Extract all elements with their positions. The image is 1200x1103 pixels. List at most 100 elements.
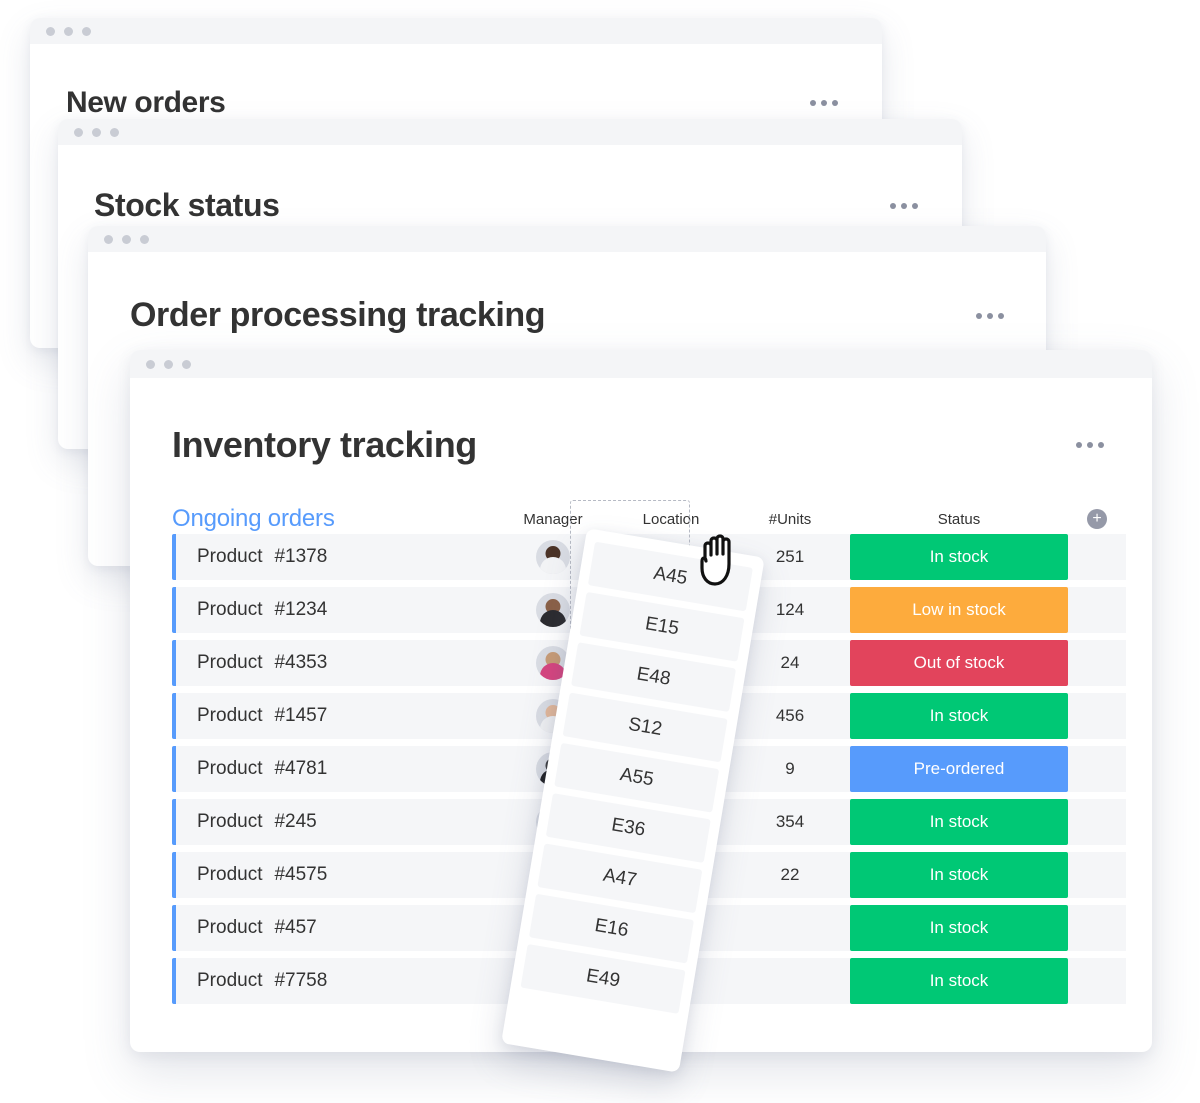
cell-status[interactable]: In stock bbox=[850, 905, 1068, 951]
plus-icon: + bbox=[1087, 509, 1107, 529]
window-dot-maximize[interactable] bbox=[110, 127, 119, 137]
status-badge: In stock bbox=[850, 534, 1068, 580]
cell-product-name[interactable]: Product #4575 bbox=[172, 852, 494, 898]
units-value: 9 bbox=[785, 759, 795, 778]
units-value: 456 bbox=[775, 706, 805, 725]
kebab-menu-icon[interactable] bbox=[976, 312, 1004, 319]
avatar bbox=[536, 593, 570, 627]
cell-status[interactable]: In stock bbox=[850, 534, 1068, 580]
product-id: #1457 bbox=[274, 705, 328, 726]
cell-blank bbox=[1068, 587, 1126, 633]
window-titlebar bbox=[88, 226, 1046, 252]
status-badge: In stock bbox=[850, 852, 1068, 898]
card-header: Order processing tracking bbox=[88, 252, 1046, 335]
cell-product-name[interactable]: Product #1234 bbox=[172, 587, 494, 633]
column-header-location[interactable]: Location bbox=[612, 511, 730, 528]
product-label: Product bbox=[197, 546, 263, 567]
kebab-menu-icon[interactable] bbox=[890, 202, 918, 209]
window-dot-close[interactable] bbox=[146, 359, 155, 369]
kebab-menu-icon[interactable] bbox=[1076, 442, 1104, 448]
cell-status[interactable]: In stock bbox=[850, 693, 1068, 739]
cell-units[interactable]: 9 bbox=[730, 746, 850, 792]
product-id: #4353 bbox=[274, 652, 328, 673]
cell-product-name[interactable]: Product #1457 bbox=[172, 693, 494, 739]
units-value: 24 bbox=[780, 653, 800, 672]
cell-blank bbox=[1068, 746, 1126, 792]
cell-units[interactable]: 22 bbox=[730, 852, 850, 898]
window-dot-close[interactable] bbox=[104, 234, 113, 244]
cell-units[interactable] bbox=[730, 905, 850, 951]
status-badge: Out of stock bbox=[850, 640, 1068, 686]
cell-blank bbox=[1068, 640, 1126, 686]
window-titlebar bbox=[30, 18, 882, 44]
window-titlebar bbox=[58, 119, 962, 145]
cell-product-name[interactable]: Product #4353 bbox=[172, 640, 494, 686]
product-id: #4575 bbox=[274, 864, 328, 885]
card-header: Inventory tracking bbox=[130, 378, 1152, 466]
status-badge: In stock bbox=[850, 799, 1068, 845]
cell-status[interactable]: In stock bbox=[850, 799, 1068, 845]
cell-units[interactable] bbox=[730, 958, 850, 1004]
product-label: Product bbox=[197, 705, 263, 726]
window-dot-minimize[interactable] bbox=[122, 234, 131, 244]
kebab-menu-icon[interactable] bbox=[810, 100, 838, 106]
window-dot-minimize[interactable] bbox=[164, 359, 173, 369]
window-dot-close[interactable] bbox=[74, 127, 83, 137]
units-value: 354 bbox=[775, 812, 805, 831]
cell-units[interactable]: 456 bbox=[730, 693, 850, 739]
cell-status[interactable]: In stock bbox=[850, 852, 1068, 898]
cell-product-name[interactable]: Product #245 bbox=[172, 799, 494, 845]
status-badge: In stock bbox=[850, 958, 1068, 1004]
cell-product-name[interactable]: Product #457 bbox=[172, 905, 494, 951]
column-header-status[interactable]: Status bbox=[850, 511, 1068, 528]
cell-status[interactable]: Low in stock bbox=[850, 587, 1068, 633]
page-title: Stock status bbox=[94, 187, 280, 223]
card-header: New orders bbox=[30, 44, 882, 120]
units-value: 124 bbox=[775, 600, 805, 619]
group-title-ongoing-orders[interactable]: Ongoing orders bbox=[172, 505, 494, 533]
window-dot-minimize[interactable] bbox=[92, 127, 101, 137]
column-header-manager[interactable]: Manager bbox=[494, 511, 612, 528]
window-dot-maximize[interactable] bbox=[82, 26, 91, 36]
window-dot-minimize[interactable] bbox=[64, 26, 73, 36]
status-badge: Low in stock bbox=[850, 587, 1068, 633]
product-id: #1378 bbox=[274, 546, 328, 567]
window-dot-maximize[interactable] bbox=[182, 359, 191, 369]
product-label: Product bbox=[197, 970, 263, 991]
column-header-units[interactable]: #Units bbox=[730, 511, 850, 528]
page-title: Inventory tracking bbox=[172, 424, 477, 465]
product-id: #457 bbox=[274, 917, 317, 938]
product-label: Product bbox=[197, 758, 263, 779]
cell-product-name[interactable]: Product #4781 bbox=[172, 746, 494, 792]
cell-product-name[interactable]: Product #7758 bbox=[172, 958, 494, 1004]
product-id: #7758 bbox=[274, 970, 328, 991]
screenshot-stage: New orders Stock status Order processing… bbox=[0, 0, 1200, 1103]
cell-status[interactable]: Out of stock bbox=[850, 640, 1068, 686]
product-label: Product bbox=[197, 652, 263, 673]
cell-blank bbox=[1068, 852, 1126, 898]
units-value: 251 bbox=[775, 547, 805, 566]
product-label: Product bbox=[197, 917, 263, 938]
product-id: #245 bbox=[274, 811, 317, 832]
cell-status[interactable]: Pre-ordered bbox=[850, 746, 1068, 792]
card-header: Stock status bbox=[58, 145, 962, 224]
add-column-button[interactable]: + bbox=[1068, 509, 1126, 529]
page-title: Order processing tracking bbox=[130, 296, 546, 334]
product-label: Product bbox=[197, 864, 263, 885]
window-dot-close[interactable] bbox=[46, 26, 55, 36]
product-label: Product bbox=[197, 599, 263, 620]
status-badge: In stock bbox=[850, 693, 1068, 739]
cell-product-name[interactable]: Product #1378 bbox=[172, 534, 494, 580]
status-badge: In stock bbox=[850, 905, 1068, 951]
window-dot-maximize[interactable] bbox=[140, 234, 149, 244]
cell-units[interactable]: 354 bbox=[730, 799, 850, 845]
cell-blank bbox=[1068, 905, 1126, 951]
cell-blank bbox=[1068, 799, 1126, 845]
product-id: #4781 bbox=[274, 758, 328, 779]
cell-status[interactable]: In stock bbox=[850, 958, 1068, 1004]
product-label: Product bbox=[197, 811, 263, 832]
window-titlebar bbox=[130, 350, 1152, 378]
page-title: New orders bbox=[66, 86, 226, 119]
cell-blank bbox=[1068, 693, 1126, 739]
units-value: 22 bbox=[780, 865, 800, 884]
